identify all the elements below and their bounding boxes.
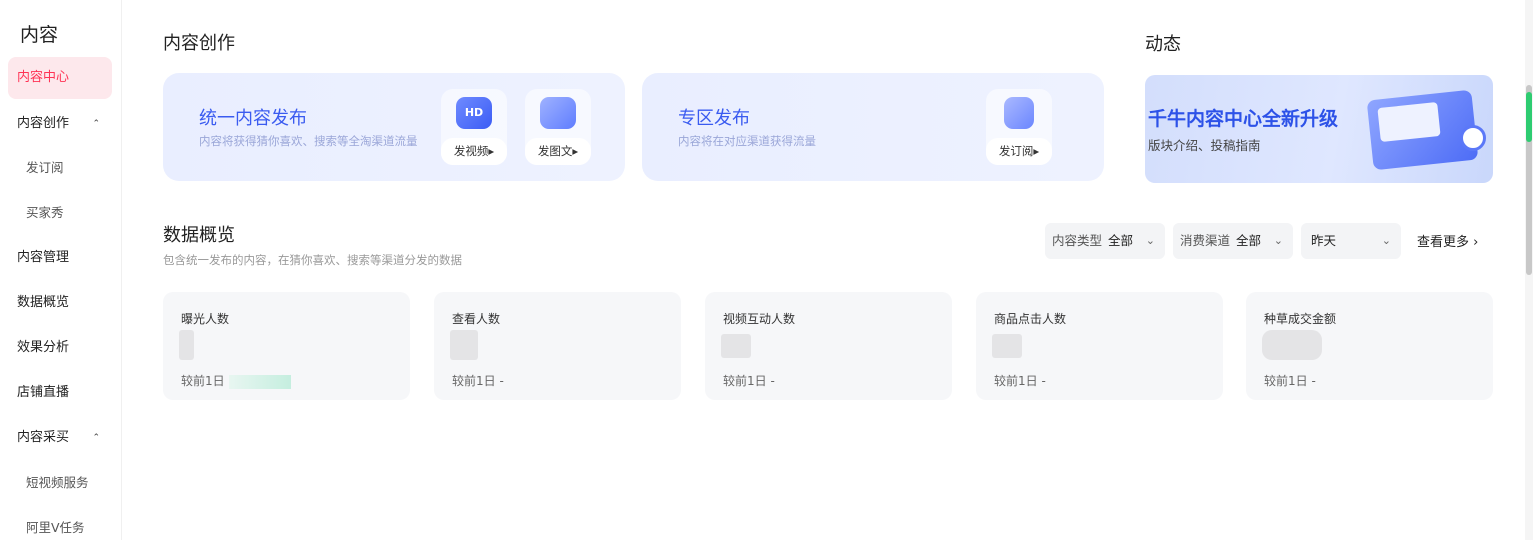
sidebar-item-content-creation[interactable]: 内容创作 ⌃	[8, 103, 112, 145]
publish-video-tile[interactable]: HD 发视频▸	[441, 89, 507, 165]
metric-compare: 较前1日 -	[452, 374, 504, 388]
overview-desc: 包含统一发布的内容，在猜你喜欢、搜索等渠道分发的数据	[163, 253, 462, 267]
sidebar-item-label: 内容采买	[17, 430, 70, 445]
metric-card-viewers[interactable]: 查看人数 较前1日 -	[434, 292, 681, 400]
metric-value-blurred	[1262, 330, 1322, 360]
publish-video-button[interactable]: 发视频▸	[441, 138, 507, 165]
sidebar-item-label: 发订阅	[26, 160, 64, 175]
chevron-down-icon: ⌄	[1145, 234, 1155, 247]
metric-compare: 较前1日 -	[994, 374, 1046, 388]
scrollbar-accent	[1526, 92, 1532, 142]
publish-image-button[interactable]: 发图文▸	[525, 138, 591, 165]
metric-compare: 较前1日 -	[1264, 374, 1316, 388]
zone-publish-title: 专区发布	[678, 108, 750, 129]
date-value: 昨天	[1311, 233, 1337, 248]
view-more-link[interactable]: 查看更多 ›	[1417, 231, 1478, 250]
book-icon	[1004, 97, 1034, 129]
metric-value-blurred	[721, 334, 751, 358]
sidebar-item-store-live[interactable]: 店铺直播	[8, 372, 112, 414]
dynamic-title: 动态	[1145, 34, 1181, 55]
sidebar-item-data-overview[interactable]: 数据概览	[8, 282, 112, 324]
banner-subtitle: 版块介绍、投稿指南	[1148, 138, 1261, 153]
video-icon: HD	[456, 97, 492, 129]
banner-title: 千牛内容中心全新升级	[1148, 108, 1339, 130]
metric-label: 视频互动人数	[723, 312, 796, 326]
magnifier-icon	[1460, 125, 1486, 151]
unified-publish-card[interactable]: 统一内容发布 内容将获得猜你喜欢、搜索等全淘渠道流量 HD 发视频▸ 发图文▸	[163, 73, 625, 181]
image-icon	[540, 97, 576, 129]
zone-publish-desc: 内容将在对应渠道获得流量	[678, 134, 816, 148]
sidebar-item-label: 效果分析	[17, 340, 70, 355]
channel-label: 消费渠道	[1180, 233, 1231, 248]
metric-label: 种草成交金额	[1264, 312, 1337, 326]
metric-label: 查看人数	[452, 312, 501, 326]
metric-card-video-interaction[interactable]: 视频互动人数 较前1日 -	[705, 292, 952, 400]
metric-card-product-clicks[interactable]: 商品点击人数 较前1日 -	[976, 292, 1223, 400]
metric-label: 商品点击人数	[994, 312, 1067, 326]
chevron-down-icon: ⌄	[1273, 234, 1283, 247]
metric-label: 曝光人数	[181, 312, 230, 326]
sidebar-title: 内容	[20, 24, 59, 46]
chevron-down-icon: ⌄	[1381, 234, 1391, 247]
sidebar-item-label: 内容中心	[17, 70, 70, 85]
sidebar-item-label: 买家秀	[26, 205, 64, 220]
sidebar-item-label: 短视频服务	[26, 475, 89, 490]
content-type-select[interactable]: 内容类型 全部 ⌄	[1045, 223, 1165, 259]
metric-card-exposure[interactable]: 曝光人数 较前1日	[163, 292, 410, 400]
screen-panel-icon	[1377, 101, 1441, 143]
date-select[interactable]: 昨天 ⌄	[1301, 223, 1401, 259]
content-type-label: 内容类型	[1052, 233, 1103, 248]
sidebar-item-label: 内容管理	[17, 250, 70, 265]
metric-card-seeding-gmv[interactable]: 种草成交金额 较前1日 -	[1246, 292, 1493, 400]
sidebar-item-label: 数据概览	[17, 295, 70, 310]
channel-value: 全部	[1236, 233, 1262, 248]
publish-image-tile[interactable]: 发图文▸	[525, 89, 591, 165]
zone-publish-card[interactable]: 专区发布 内容将在对应渠道获得流量 发订阅▸	[642, 73, 1104, 181]
metric-delta-blurred	[228, 374, 291, 389]
sidebar-item-subscribe[interactable]: 发订阅	[8, 147, 112, 189]
sidebar-item-content-management[interactable]: 内容管理	[8, 237, 112, 279]
upgrade-banner[interactable]: 千牛内容中心全新升级 版块介绍、投稿指南	[1145, 75, 1493, 183]
sidebar: 内容 内容中心 内容创作 ⌃ 发订阅 买家秀 内容管理 数据概览 效果分析 店铺…	[0, 0, 122, 540]
content-type-value: 全部	[1108, 233, 1134, 248]
page-scrollbar[interactable]	[1525, 0, 1533, 540]
sidebar-item-label: 内容创作	[17, 116, 70, 131]
unified-publish-title: 统一内容发布	[199, 108, 307, 129]
sidebar-item-content-purchase[interactable]: 内容采买 ⌃	[8, 417, 112, 459]
metric-value-blurred	[450, 330, 478, 360]
creation-title: 内容创作	[163, 33, 235, 54]
sidebar-item-short-video-service[interactable]: 短视频服务	[8, 462, 112, 504]
metric-compare: 较前1日 -	[723, 374, 775, 388]
metric-value-blurred	[992, 334, 1022, 358]
sidebar-item-label: 阿里V任务	[26, 520, 85, 535]
sidebar-item-content-center[interactable]: 内容中心	[8, 57, 112, 99]
sidebar-item-effect-analysis[interactable]: 效果分析	[8, 327, 112, 369]
metric-value-blurred	[179, 330, 194, 360]
unified-publish-desc: 内容将获得猜你喜欢、搜索等全淘渠道流量	[199, 134, 418, 148]
metric-compare: 较前1日	[181, 372, 291, 389]
chevron-up-icon: ⌃	[92, 433, 100, 443]
publish-subscribe-button[interactable]: 发订阅▸	[986, 138, 1052, 165]
channel-select[interactable]: 消费渠道 全部 ⌄	[1173, 223, 1293, 259]
overview-title: 数据概览	[163, 225, 235, 246]
chevron-up-icon: ⌃	[92, 119, 100, 129]
sidebar-item-label: 店铺直播	[17, 385, 70, 400]
publish-subscribe-tile[interactable]: 发订阅▸	[986, 89, 1052, 165]
sidebar-item-buyer-show[interactable]: 买家秀	[8, 192, 112, 234]
sidebar-item-ali-v-task[interactable]: 阿里V任务	[8, 507, 112, 540]
